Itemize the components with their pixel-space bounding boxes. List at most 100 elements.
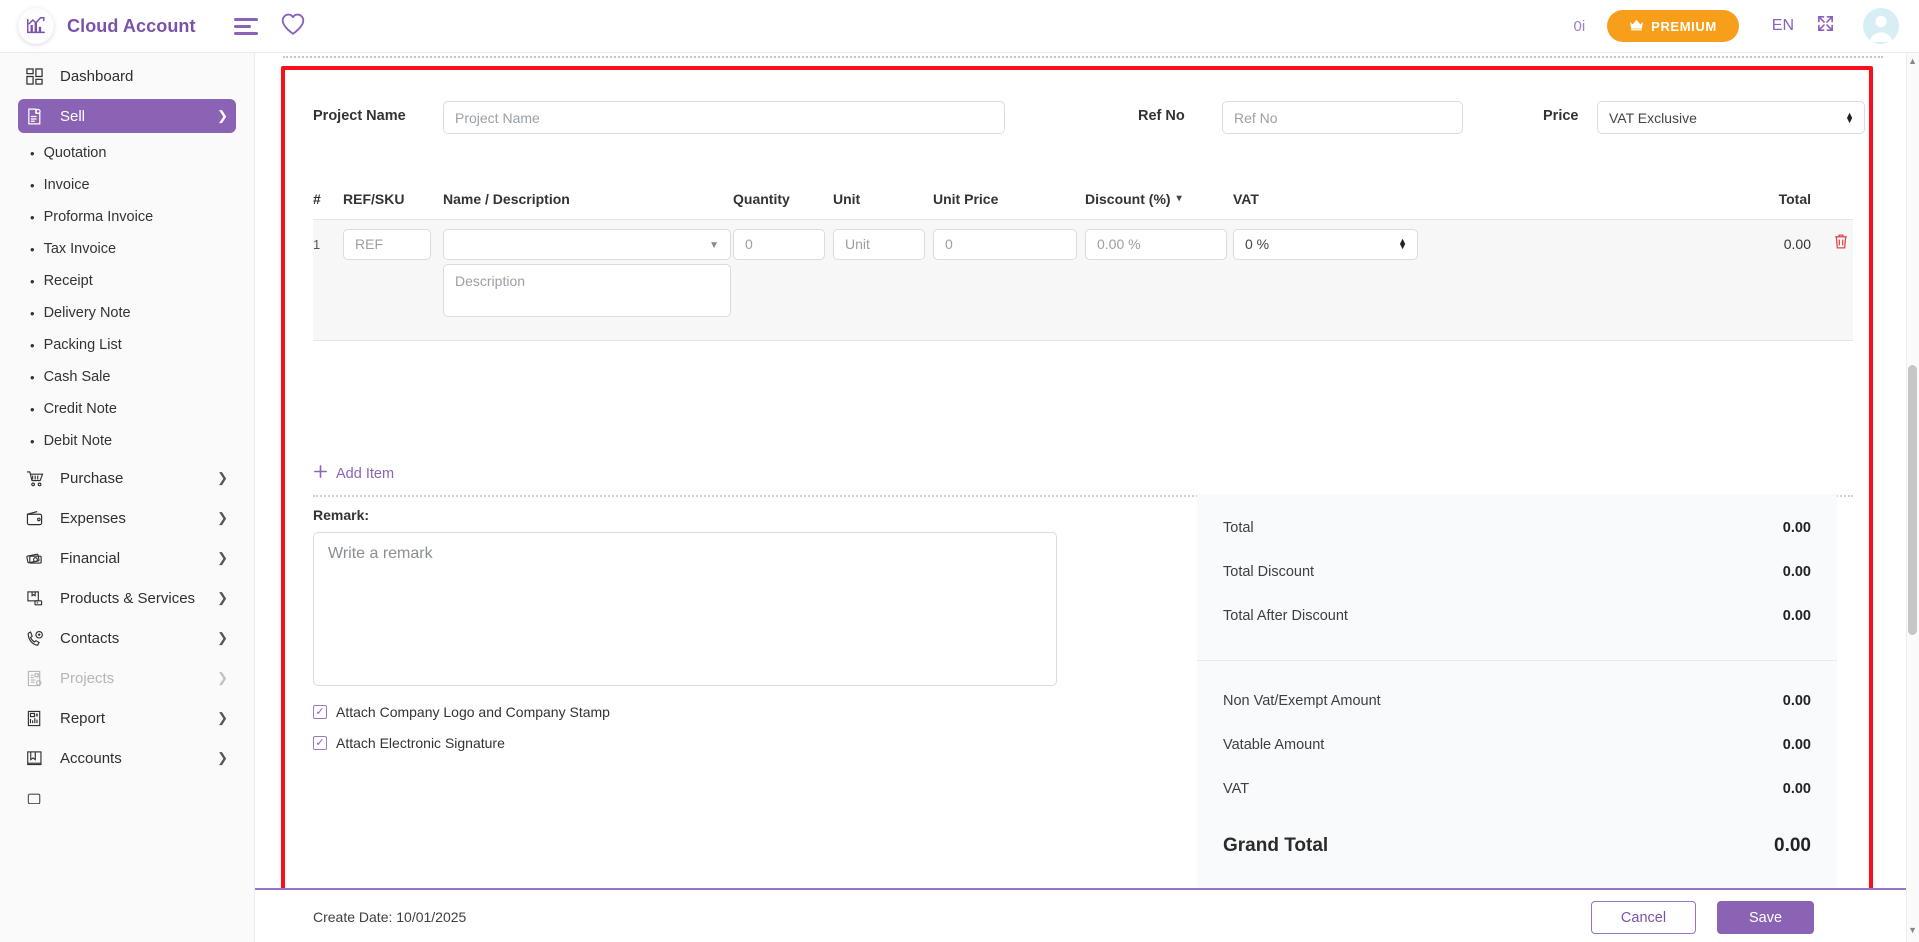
- unit-input[interactable]: [833, 229, 925, 260]
- money-icon: [26, 550, 52, 567]
- vat-amount-row: VAT 0.00: [1197, 767, 1837, 811]
- bullet-icon: •: [30, 178, 35, 193]
- remark-input[interactable]: [313, 532, 1057, 686]
- document-form-card: Project Name Ref No Price VAT Exclusive …: [285, 70, 1869, 924]
- sidebar-item-proforma-invoice[interactable]: •Proforma Invoice: [30, 203, 236, 231]
- attach-signature-checkbox-row[interactable]: ✓ Attach Electronic Signature: [313, 735, 505, 751]
- total-row: Total 0.00: [1197, 506, 1837, 550]
- chart-growth-icon[interactable]: [18, 8, 54, 44]
- sidebar-item-invoice[interactable]: •Invoice: [30, 171, 236, 199]
- sidebar-item-delivery-note[interactable]: • Delivery Note: [30, 299, 236, 327]
- bullet-icon: •: [30, 306, 35, 321]
- coin-count: 0i: [1573, 18, 1585, 35]
- col-header-unit-price: Unit Price: [933, 191, 1085, 207]
- top-navigation-bar: Cloud Account 0i PREMIUM EN: [0, 0, 1919, 53]
- grand-total-row: Grand Total 0.00: [1197, 819, 1837, 873]
- sidebar-item-packing-list[interactable]: • Packing List: [30, 331, 236, 359]
- sidebar-item-accounts[interactable]: Accounts ❯: [18, 741, 236, 775]
- cancel-button[interactable]: Cancel: [1591, 901, 1696, 934]
- sidebar-item-label: Delivery Note: [44, 305, 131, 321]
- trash-icon[interactable]: [1833, 233, 1849, 255]
- scroll-up-arrow-icon[interactable]: ▲: [1908, 56, 1917, 66]
- select-arrows-icon: ▲▼: [1398, 239, 1407, 249]
- vertical-scrollbar-thumb[interactable]: [1908, 365, 1917, 635]
- sidebar-item-partial[interactable]: [18, 781, 236, 815]
- sidebar-item-credit-note[interactable]: •Credit Note: [30, 395, 236, 423]
- col-header-vat: VAT: [1233, 191, 1455, 207]
- user-avatar-icon[interactable]: [1863, 8, 1899, 44]
- sidebar-item-label: Expenses: [60, 510, 126, 527]
- non-vat-amount-value: 0.00: [1783, 693, 1811, 709]
- sidebar-item-debit-note[interactable]: •Debit Note: [30, 427, 236, 455]
- discount-input[interactable]: [1085, 229, 1227, 260]
- bullet-icon: •: [30, 338, 35, 353]
- ref-no-label: Ref No: [1138, 108, 1185, 124]
- sidebar-item-label: Cash Sale: [44, 369, 111, 385]
- sidebar-item-label: Sell: [60, 108, 85, 125]
- quantity-input[interactable]: [733, 229, 825, 260]
- main-content-area: Project Name Ref No Price VAT Exclusive …: [255, 53, 1919, 942]
- vat-select[interactable]: 0 % ▲▼: [1233, 229, 1418, 260]
- totals-panel: Total 0.00 Total Discount 0.00 Total Aft…: [1197, 494, 1837, 924]
- description-input[interactable]: [443, 264, 731, 317]
- attach-logo-checkbox-row[interactable]: ✓ Attach Company Logo and Company Stamp: [313, 704, 610, 720]
- sidebar-item-label: Financial: [60, 550, 120, 567]
- sidebar-item-products-services[interactable]: Products & Services ❯: [18, 581, 236, 615]
- project-name-label: Project Name: [313, 108, 406, 124]
- total-discount-row: Total Discount 0.00: [1197, 550, 1837, 594]
- total-value: 0.00: [1783, 520, 1811, 536]
- project-report-icon: [26, 670, 52, 687]
- price-type-select[interactable]: VAT Exclusive ▲▼: [1597, 101, 1865, 134]
- chevron-right-icon: ❯: [217, 590, 228, 606]
- vatable-amount-value: 0.00: [1783, 737, 1811, 753]
- col-header-quantity: Quantity: [733, 191, 833, 207]
- sidebar-item-dashboard[interactable]: Dashboard: [18, 59, 236, 93]
- chevron-down-icon[interactable]: ▾: [1177, 193, 1182, 204]
- checkbox-checked-icon[interactable]: ✓: [313, 736, 327, 750]
- sidebar-item-label: Tax Invoice: [44, 241, 117, 257]
- premium-button[interactable]: PREMIUM: [1607, 10, 1739, 42]
- sidebar-item-label: Dashboard: [60, 68, 133, 85]
- heart-icon[interactable]: [280, 12, 306, 41]
- ref-no-input[interactable]: [1222, 101, 1463, 134]
- ref-sku-input[interactable]: [343, 229, 431, 260]
- form-footer-bar: Create Date: 10/01/2025 Cancel Save: [255, 888, 1919, 942]
- sidebar-item-quotation[interactable]: •Quotation: [30, 139, 236, 167]
- project-name-input[interactable]: [443, 101, 1005, 134]
- sidebar-item-report[interactable]: Report ❯: [18, 701, 236, 735]
- non-vat-amount-row: Non Vat/Exempt Amount 0.00: [1197, 679, 1837, 723]
- add-item-button[interactable]: Add Item: [313, 464, 394, 483]
- chevron-right-icon: ❯: [217, 630, 228, 646]
- scroll-down-arrow-icon[interactable]: ▼: [1908, 925, 1917, 935]
- item-name-select[interactable]: ▼: [443, 229, 731, 260]
- sidebar-item-sell[interactable]: Sell ❯: [18, 99, 236, 133]
- save-button[interactable]: Save: [1717, 901, 1814, 934]
- fullscreen-icon[interactable]: [1816, 14, 1835, 38]
- chevron-right-icon: ❯: [217, 510, 228, 526]
- bullet-icon: •: [30, 274, 35, 289]
- sidebar-item-tax-invoice[interactable]: • Tax Invoice: [30, 235, 236, 263]
- sidebar-item-contacts[interactable]: Contacts ❯: [18, 621, 236, 655]
- sidebar-item-label: Report: [60, 710, 105, 727]
- dropdown-caret-icon[interactable]: ▼: [709, 240, 719, 251]
- sidebar-item-purchase[interactable]: Purchase ❯: [18, 461, 236, 495]
- sidebar-item-cash-sale[interactable]: •Cash Sale: [30, 363, 236, 391]
- total-after-discount-row: Total After Discount 0.00: [1197, 594, 1837, 638]
- sidebar-item-financial[interactable]: Financial ❯: [18, 541, 236, 575]
- grand-total-label: Grand Total: [1223, 835, 1328, 857]
- table-row: 1 ▼: [313, 220, 1853, 341]
- language-selector[interactable]: EN: [1772, 17, 1794, 35]
- bullet-icon: •: [30, 242, 35, 257]
- hamburger-icon[interactable]: [234, 18, 258, 35]
- sidebar-item-receipt[interactable]: •Receipt: [30, 267, 236, 295]
- book-icon: [26, 750, 52, 767]
- sidebar-item-expenses[interactable]: Expenses ❯: [18, 501, 236, 535]
- sidebar-item-projects[interactable]: Projects ❯: [18, 661, 236, 695]
- total-after-discount-label: Total After Discount: [1223, 608, 1348, 624]
- col-header-discount[interactable]: Discount (%) ▾: [1085, 191, 1233, 207]
- unit-price-input[interactable]: [933, 229, 1077, 260]
- document-header-fields: Project Name Ref No Price VAT Exclusive …: [285, 98, 1869, 158]
- report-icon: [26, 710, 52, 727]
- sidebar-item-label: Packing List: [44, 337, 122, 353]
- checkbox-checked-icon[interactable]: ✓: [313, 705, 327, 719]
